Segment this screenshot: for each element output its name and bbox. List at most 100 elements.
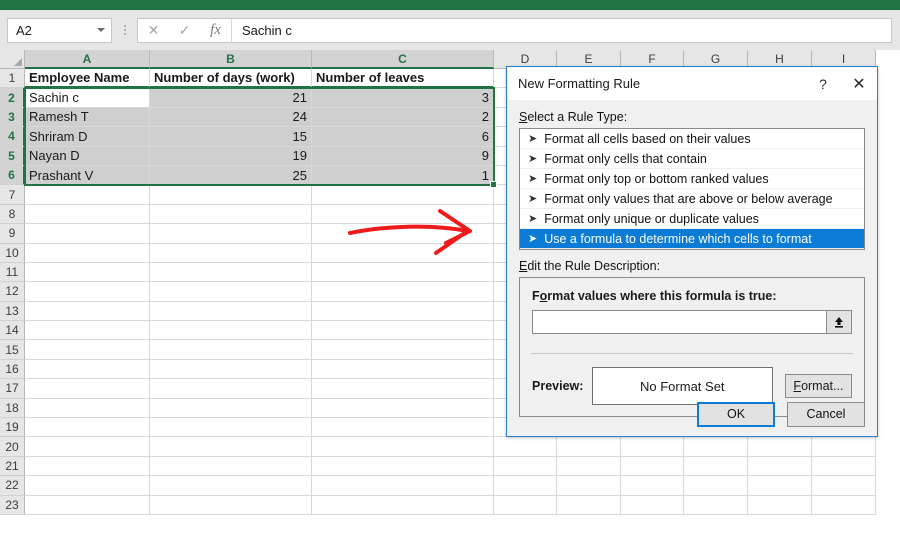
- cell-H21[interactable]: [748, 456, 812, 477]
- cell-A10[interactable]: [25, 243, 150, 263]
- cell-B5[interactable]: 19: [150, 146, 312, 166]
- cell-C11[interactable]: [312, 262, 494, 283]
- cell-A23[interactable]: [25, 495, 150, 515]
- cell-B12[interactable]: [150, 282, 312, 302]
- row-header-14[interactable]: 14: [0, 321, 25, 341]
- row-header-20[interactable]: 20: [0, 437, 25, 457]
- cell-B21[interactable]: [150, 456, 312, 477]
- cell-E23[interactable]: [557, 495, 621, 515]
- row-header-1[interactable]: 1: [0, 69, 25, 89]
- cell-C17[interactable]: [312, 379, 494, 399]
- cell-C2[interactable]: 3: [312, 88, 494, 108]
- row-header-8[interactable]: 8: [0, 204, 25, 225]
- ok-button[interactable]: OK: [697, 401, 775, 427]
- row-header-15[interactable]: 15: [0, 340, 25, 360]
- row-header-4[interactable]: 4: [0, 127, 25, 147]
- close-icon[interactable]: ✕: [138, 19, 169, 42]
- fill-handle[interactable]: [490, 181, 497, 189]
- cell-C16[interactable]: [312, 359, 494, 380]
- rule-type-item-3[interactable]: ➤ Format only values that are above or be…: [520, 189, 864, 209]
- cell-A2[interactable]: Sachin c: [25, 88, 150, 108]
- cell-B13[interactable]: [150, 301, 312, 322]
- cell-G20[interactable]: [684, 437, 748, 457]
- cell-C9[interactable]: [312, 224, 494, 244]
- cell-A22[interactable]: [25, 476, 150, 496]
- cell-C18[interactable]: [312, 398, 494, 419]
- cell-H23[interactable]: [748, 495, 812, 515]
- cell-C13[interactable]: [312, 301, 494, 322]
- column-header-a[interactable]: A: [25, 50, 150, 69]
- cell-B1[interactable]: Number of days (work): [150, 69, 312, 89]
- cell-A16[interactable]: [25, 359, 150, 380]
- cell-B19[interactable]: [150, 418, 312, 438]
- row-header-5[interactable]: 5: [0, 146, 25, 166]
- cell-H20[interactable]: [748, 437, 812, 457]
- cell-A20[interactable]: [25, 437, 150, 457]
- cell-B15[interactable]: [150, 340, 312, 360]
- cell-B17[interactable]: [150, 379, 312, 399]
- column-header-b[interactable]: B: [150, 50, 312, 69]
- rule-type-item-5[interactable]: ➤ Use a formula to determine which cells …: [520, 229, 864, 249]
- row-header-11[interactable]: 11: [0, 262, 25, 283]
- name-box[interactable]: A2: [7, 17, 112, 43]
- cell-C10[interactable]: [312, 243, 494, 263]
- cell-A15[interactable]: [25, 340, 150, 360]
- cell-A21[interactable]: [25, 456, 150, 477]
- row-header-2[interactable]: 2: [0, 88, 25, 108]
- cell-F23[interactable]: [621, 495, 684, 515]
- cell-A18[interactable]: [25, 398, 150, 419]
- cell-A1[interactable]: Employee Name: [25, 69, 150, 89]
- cell-A19[interactable]: [25, 418, 150, 438]
- row-header-23[interactable]: 23: [0, 495, 25, 515]
- cell-D20[interactable]: [494, 437, 557, 457]
- cell-B16[interactable]: [150, 359, 312, 380]
- rule-type-list[interactable]: ➤ Format all cells based on their values ➤…: [519, 128, 865, 250]
- rule-type-item-2[interactable]: ➤ Format only top or bottom ranked values: [520, 169, 864, 189]
- cell-C23[interactable]: [312, 495, 494, 515]
- cell-B20[interactable]: [150, 437, 312, 457]
- cell-C3[interactable]: 2: [312, 107, 494, 128]
- rule-type-item-1[interactable]: ➤ Format only cells that contain: [520, 149, 864, 169]
- cell-A9[interactable]: [25, 224, 150, 244]
- cell-I23[interactable]: [812, 495, 876, 515]
- cell-B18[interactable]: [150, 398, 312, 419]
- column-header-c[interactable]: C: [312, 50, 494, 69]
- cell-C4[interactable]: 6: [312, 127, 494, 147]
- cell-C7[interactable]: [312, 185, 494, 205]
- cancel-button[interactable]: Cancel: [787, 401, 865, 427]
- cell-C15[interactable]: [312, 340, 494, 360]
- cell-B9[interactable]: [150, 224, 312, 244]
- cell-I20[interactable]: [812, 437, 876, 457]
- cell-A13[interactable]: [25, 301, 150, 322]
- row-header-16[interactable]: 16: [0, 359, 25, 380]
- cell-B23[interactable]: [150, 495, 312, 515]
- cell-F22[interactable]: [621, 476, 684, 496]
- row-header-22[interactable]: 22: [0, 476, 25, 496]
- row-header-10[interactable]: 10: [0, 243, 25, 263]
- cell-C1[interactable]: Number of leaves: [312, 69, 494, 89]
- row-header-17[interactable]: 17: [0, 379, 25, 399]
- close-icon[interactable]: ✕: [841, 67, 877, 100]
- row-header-13[interactable]: 13: [0, 301, 25, 322]
- cell-E21[interactable]: [557, 456, 621, 477]
- formula-input[interactable]: Sachin c: [231, 17, 892, 43]
- row-header-12[interactable]: 12: [0, 282, 25, 302]
- cell-G22[interactable]: [684, 476, 748, 496]
- cell-B14[interactable]: [150, 321, 312, 341]
- cell-B7[interactable]: [150, 185, 312, 205]
- help-icon[interactable]: ?: [805, 67, 841, 100]
- cell-I21[interactable]: [812, 456, 876, 477]
- collapse-dialog-icon[interactable]: [826, 310, 852, 334]
- fx-icon[interactable]: fx: [200, 19, 231, 42]
- cell-A3[interactable]: Ramesh T: [25, 107, 150, 128]
- cell-C8[interactable]: [312, 204, 494, 225]
- cell-G21[interactable]: [684, 456, 748, 477]
- cell-D23[interactable]: [494, 495, 557, 515]
- cell-C21[interactable]: [312, 456, 494, 477]
- cell-A14[interactable]: [25, 321, 150, 341]
- cell-A4[interactable]: Shriram D: [25, 127, 150, 147]
- row-header-7[interactable]: 7: [0, 185, 25, 205]
- row-header-18[interactable]: 18: [0, 398, 25, 419]
- cell-B2[interactable]: 21: [150, 88, 312, 108]
- cell-C6[interactable]: 1: [312, 165, 494, 186]
